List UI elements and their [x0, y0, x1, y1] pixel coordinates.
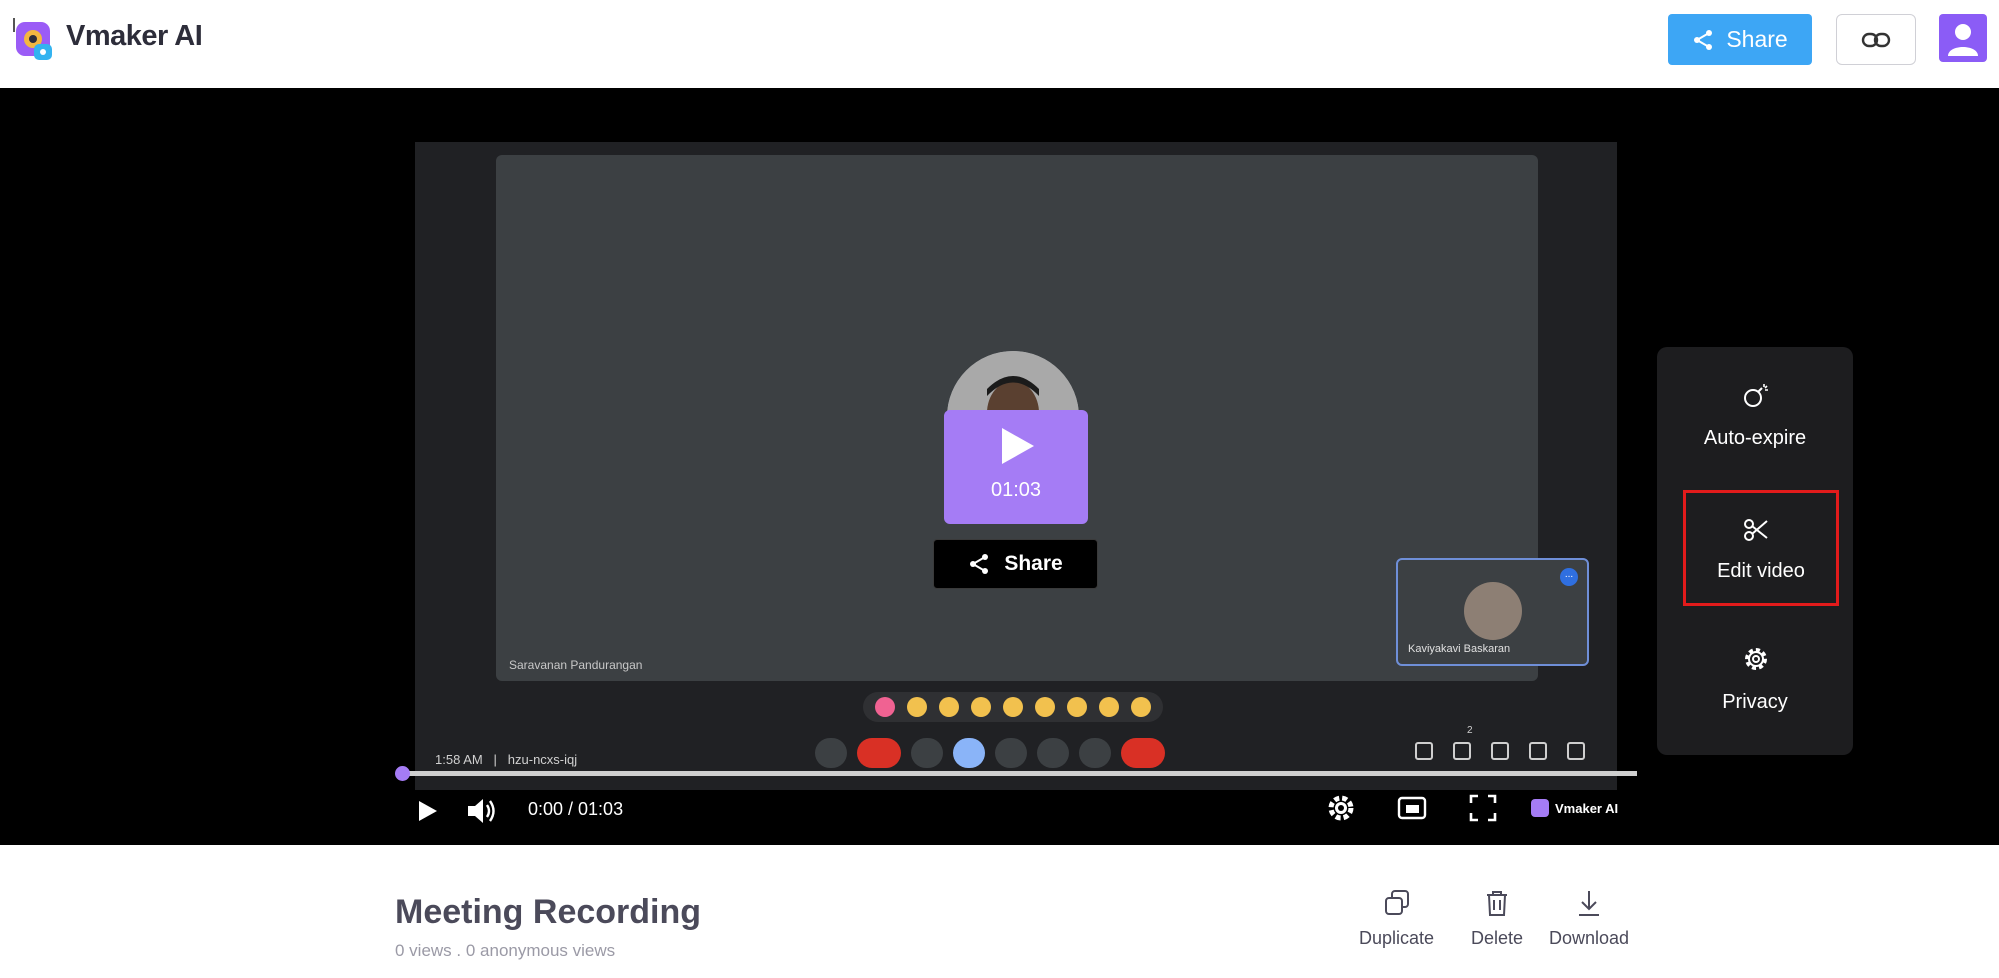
gear-icon — [1745, 648, 1767, 670]
heart-emoji-icon — [875, 697, 895, 717]
laugh-emoji-icon — [1003, 697, 1023, 717]
speaker-name: Saravanan Pandurangan — [509, 658, 643, 672]
delete-button[interactable]: Delete — [1471, 888, 1523, 949]
volume-icon[interactable] — [466, 797, 498, 825]
share-icon — [1694, 29, 1713, 50]
download-icon — [1579, 891, 1600, 916]
more-options-icon — [1079, 738, 1111, 768]
play-icon — [1002, 428, 1034, 464]
user-avatar[interactable] — [1939, 14, 1987, 62]
share-video-label: Share — [1004, 552, 1063, 575]
miniplayer-icon[interactable] — [1397, 796, 1427, 820]
brand-name[interactable]: Vmaker AI — [66, 20, 203, 53]
time-display: 0:00 / 01:03 — [528, 799, 624, 819]
share-button[interactable]: Share — [1668, 14, 1812, 65]
thinking-emoji-icon — [1099, 697, 1119, 717]
meeting-time: 1:58 AM — [435, 752, 483, 767]
fullscreen-icon[interactable] — [1469, 794, 1497, 822]
progress-knob[interactable] — [395, 766, 410, 781]
timer-bomb-icon — [1744, 384, 1768, 407]
activities-icon — [1529, 742, 1547, 760]
meeting-controls — [815, 738, 1165, 768]
video-title[interactable]: Meeting Recording — [395, 893, 701, 932]
edit-video-button[interactable]: Edit video — [1683, 490, 1839, 606]
vmaker-watermark-icon — [1531, 799, 1549, 817]
trash-icon — [1487, 891, 1508, 916]
duplicate-icon — [1384, 890, 1409, 915]
top-bar: Vmaker AI Share — [0, 0, 1999, 88]
participant-pip-tile: ... Kaviyakavi Baskaran — [1396, 558, 1589, 666]
download-button[interactable]: Download — [1549, 888, 1629, 949]
host-controls-icon — [1567, 742, 1585, 760]
clap-emoji-icon — [971, 697, 991, 717]
video-player[interactable]: Saravanan Pandurangan ... Kaviyakavi Bas… — [0, 88, 1999, 845]
captions-icon — [911, 738, 943, 768]
participants-count: 2 — [1467, 725, 1473, 736]
meeting-info-divider: | — [486, 752, 505, 767]
auto-expire-button[interactable]: Auto-expire — [1657, 347, 1853, 463]
mic-icon — [815, 738, 847, 768]
pip-more-icon: ... — [1560, 568, 1578, 586]
present-icon — [995, 738, 1027, 768]
duplicate-button[interactable]: Duplicate — [1359, 888, 1434, 949]
play-icon[interactable] — [417, 799, 439, 823]
vmaker-logo-icon[interactable] — [10, 16, 60, 64]
meeting-info: 1:58 AM | hzu-ncxs-iqj — [435, 752, 577, 767]
camera-off-icon — [857, 738, 901, 768]
progress-bar[interactable] — [395, 766, 1637, 781]
participant-name: Kaviyakavi Baskaran — [1408, 643, 1511, 655]
raise-hand-icon — [1037, 738, 1069, 768]
video-options-panel: Auto-expire Edit video Privacy — [1657, 347, 1853, 755]
surprised-emoji-icon — [1035, 697, 1055, 717]
meeting-side-controls — [1415, 742, 1585, 760]
thumbs-up-emoji-icon — [907, 697, 927, 717]
share-icon — [970, 554, 989, 574]
duplicate-label: Duplicate — [1359, 928, 1435, 948]
privacy-label: Privacy — [1722, 691, 1788, 713]
meeting-code: hzu-ncxs-iqj — [507, 752, 578, 767]
delete-label: Delete — [1471, 928, 1524, 948]
end-call-icon — [1121, 738, 1165, 768]
party-emoji-icon — [939, 697, 959, 717]
people-icon — [1453, 742, 1471, 760]
auto-expire-label: Auto-expire — [1703, 427, 1807, 449]
participant-avatar — [1464, 582, 1522, 640]
view-count: 0 views . 0 anonymous views — [395, 941, 616, 960]
download-label: Download — [1549, 928, 1630, 948]
watermark-label: Vmaker AI — [1555, 800, 1619, 816]
share-video-button[interactable]: Share — [933, 539, 1098, 589]
info-icon — [1415, 742, 1433, 760]
user-avatar-icon — [1948, 24, 1978, 56]
reaction-bar — [863, 692, 1163, 722]
settings-gear-icon[interactable] — [1326, 793, 1356, 823]
privacy-button[interactable]: Privacy — [1657, 611, 1853, 727]
emoji-icon — [953, 738, 985, 768]
chat-icon — [1491, 742, 1509, 760]
link-icon — [1861, 32, 1891, 47]
share-button-label: Share — [1726, 26, 1788, 52]
play-overlay-button[interactable]: 01:03 — [944, 410, 1088, 524]
scissors-icon — [1744, 519, 1768, 541]
sad-emoji-icon — [1067, 697, 1087, 717]
video-duration: 01:03 — [990, 479, 1042, 501]
thumbs-down-emoji-icon — [1131, 697, 1151, 717]
edit-video-label: Edit video — [1717, 560, 1805, 582]
copy-link-button[interactable] — [1836, 14, 1916, 65]
vmaker-watermark[interactable]: Vmaker AI — [1531, 799, 1618, 817]
